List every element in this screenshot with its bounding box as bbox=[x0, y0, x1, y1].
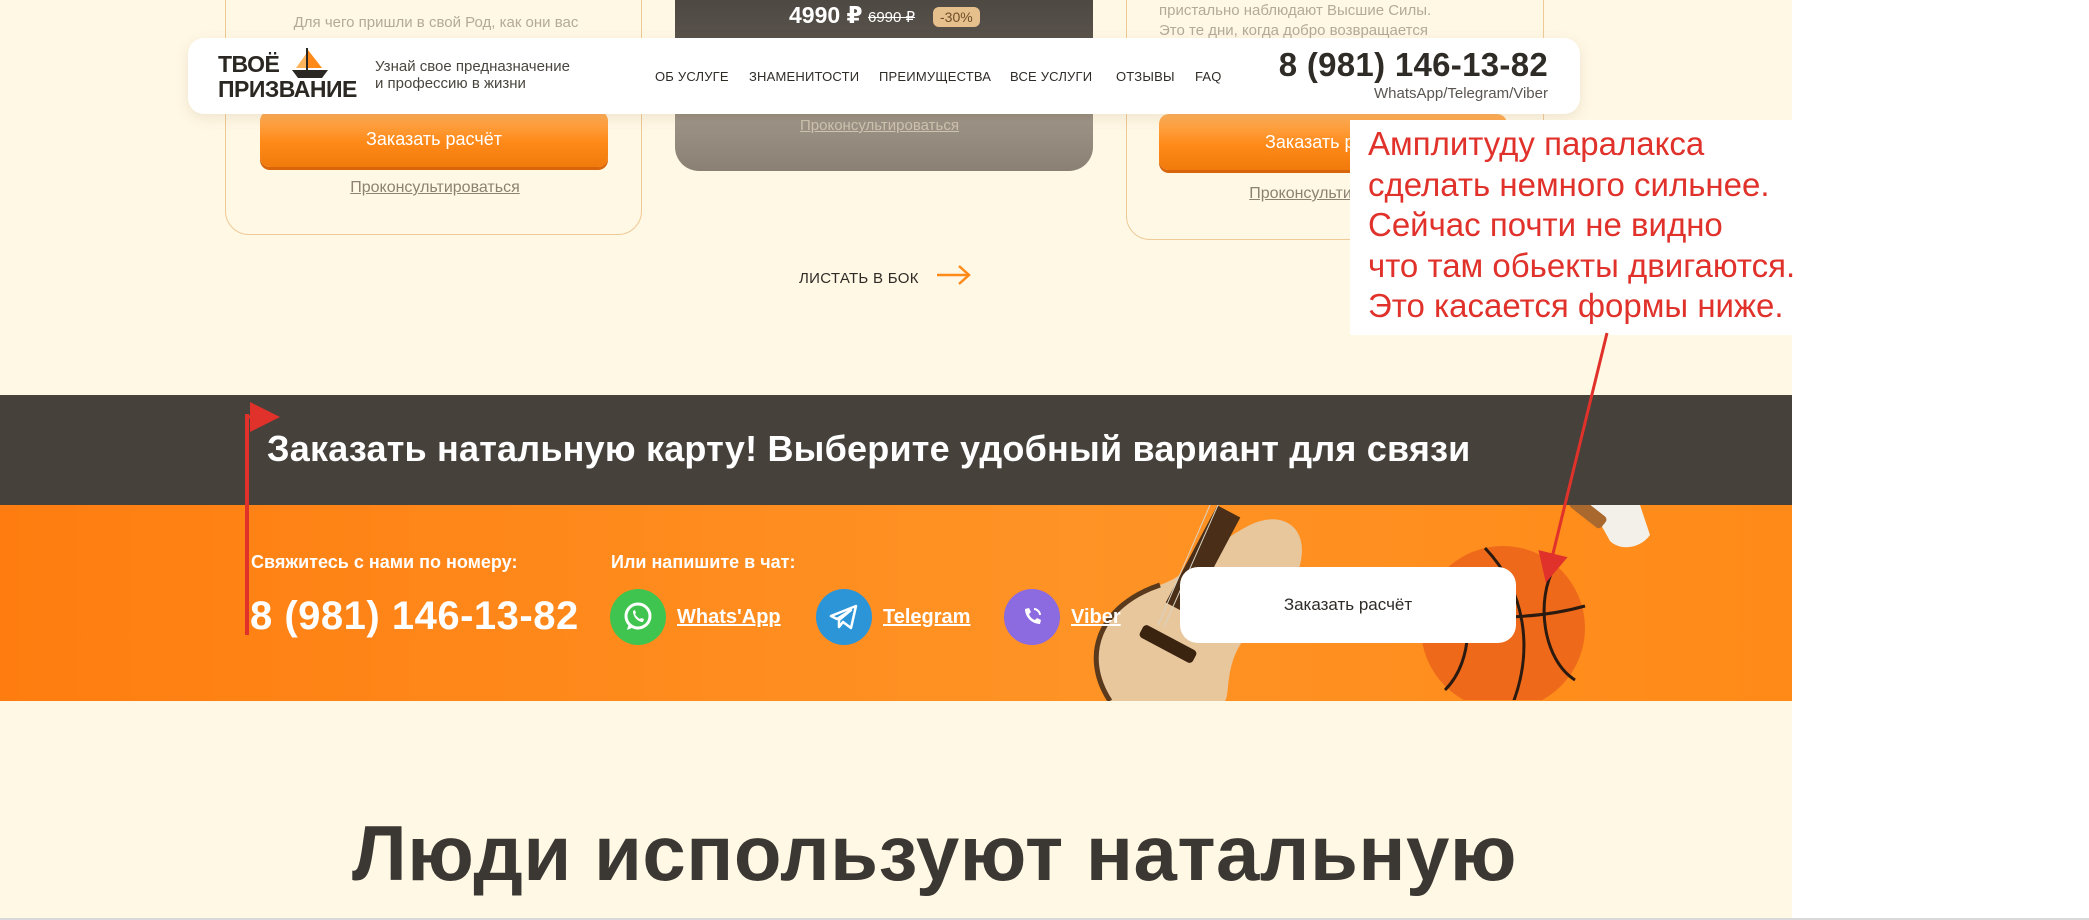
whatsapp-link[interactable]: Whats'App bbox=[610, 589, 781, 645]
viber-label: Viber bbox=[1071, 605, 1121, 628]
nav-all-services[interactable]: ВСЕ УСЛУГИ bbox=[1010, 69, 1092, 84]
viber-icon bbox=[1004, 589, 1060, 645]
card-middle-old-price: 6990 ₽ bbox=[868, 9, 916, 26]
annotation-text: Амплитуду паралакса сделать немного силь… bbox=[1368, 124, 1795, 327]
annotation-line: сделать немного сильнее. bbox=[1368, 165, 1770, 203]
order-calculation-button[interactable]: Заказать расчёт bbox=[1180, 567, 1516, 643]
tariff-card-left: Для чего пришли в свой Род, как они вас … bbox=[225, 0, 642, 235]
whatsapp-label: Whats'App bbox=[677, 605, 781, 628]
telegram-icon bbox=[816, 589, 872, 645]
viber-link[interactable]: Viber bbox=[1004, 589, 1121, 645]
annotation-line: Амплитуду паралакса bbox=[1368, 125, 1705, 162]
contact-title: Заказать натальную карту! Выберите удобн… bbox=[267, 428, 1471, 469]
contact-phone[interactable]: 8 (981) 146-13-82 bbox=[250, 594, 579, 639]
nav-reviews[interactable]: ОТЗЫВЫ bbox=[1116, 69, 1175, 84]
consult-link-middle[interactable]: Проконсультироваться bbox=[800, 117, 959, 134]
paintbrush-icon bbox=[1569, 505, 1650, 548]
card-left-text: Для чего пришли в свой Род, как они вас bbox=[293, 14, 579, 31]
consult-link-left[interactable]: Проконсультироваться bbox=[350, 179, 520, 197]
tagline-line-1: Узнай свое предназначение bbox=[375, 58, 570, 75]
card-right-text-1: пристально наблюдают Высшие Силы. bbox=[1159, 2, 1432, 19]
nav-faq[interactable]: FAQ bbox=[1195, 69, 1222, 84]
contact-chat-label: Или напишите в чат: bbox=[611, 552, 796, 572]
annotation-line: Сейчас почти не видно bbox=[1368, 206, 1723, 243]
nav-celebrities[interactable]: ЗНАМЕНИТОСТИ bbox=[749, 69, 859, 84]
order-button-left[interactable]: Заказать расчёт bbox=[260, 111, 608, 167]
annotation-line: что там обьекты двигаются. bbox=[1368, 246, 1796, 284]
section-heading: Люди используют натальную bbox=[352, 809, 1518, 897]
arrow-right-icon[interactable] bbox=[936, 263, 972, 287]
scroll-sideways-hint[interactable]: ЛИСТАТЬ В БОК bbox=[799, 270, 919, 287]
header-phone[interactable]: 8 (981) 146-13-82 bbox=[1279, 46, 1548, 84]
card-middle-price: 4990 ₽ bbox=[789, 2, 863, 28]
card-middle-discount-badge: -30% bbox=[933, 7, 980, 27]
tagline-line-2: и профессию в жизни bbox=[375, 75, 526, 92]
whatsapp-icon bbox=[610, 589, 666, 645]
nav-advantages[interactable]: ПРЕИМУЩЕСТВА bbox=[879, 69, 991, 84]
boat-logo-icon bbox=[292, 48, 328, 78]
nav-about-service[interactable]: ОБ УСЛУГЕ bbox=[655, 69, 729, 84]
site-header: ТВОЁ ПРИЗВАНИЕ Узнай свое предназначение… bbox=[188, 38, 1580, 114]
header-tagline: Узнай свое предназначение и профессию в … bbox=[375, 58, 570, 92]
header-messengers: WhatsApp/Telegram/Viber bbox=[1374, 85, 1548, 102]
telegram-link[interactable]: Telegram bbox=[816, 589, 970, 645]
annotation-line: Это касается формы ниже. bbox=[1368, 287, 1784, 324]
telegram-label: Telegram bbox=[883, 605, 971, 628]
contact-phone-label: Свяжитесь с нами по номеру: bbox=[251, 552, 518, 572]
